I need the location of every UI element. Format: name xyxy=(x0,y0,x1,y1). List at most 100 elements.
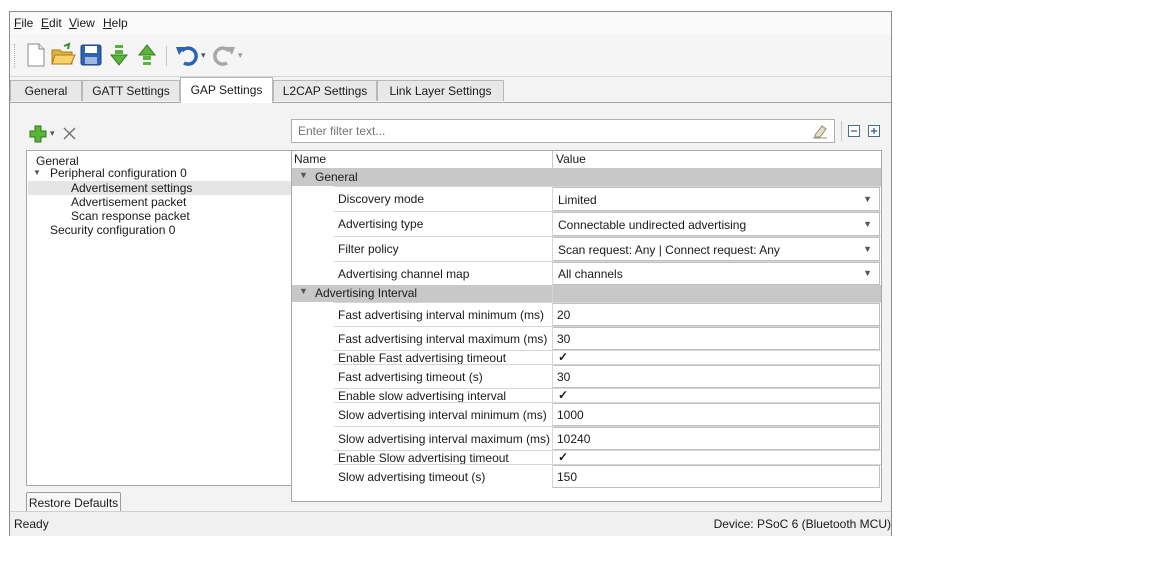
fast-interval-min-input[interactable]: 20 xyxy=(552,303,880,326)
menu-view[interactable]: View xyxy=(69,16,95,30)
open-folder-icon[interactable] xyxy=(50,42,76,68)
menu-file[interactable]: File xyxy=(14,16,33,30)
grid-column-divider xyxy=(552,186,553,488)
tree-item-advertisement-settings[interactable]: Advertisement settings xyxy=(71,181,192,195)
property-value: Connectable undirected advertising xyxy=(558,218,747,232)
menu-edit[interactable]: Edit xyxy=(41,16,62,30)
property-value: 30 xyxy=(557,332,571,346)
status-text: Ready xyxy=(14,517,49,531)
status-bar: Ready Device: PSoC 6 (Bluetooth MCU) xyxy=(10,511,891,536)
property-name: Fast advertising interval maximum (ms) xyxy=(338,332,548,346)
property-row-advertising-channel-map: Advertising channel map All channels ▼ xyxy=(334,261,881,285)
import-icon[interactable] xyxy=(106,42,132,68)
tab-general[interactable]: General xyxy=(10,80,82,101)
tab-gap-settings[interactable]: GAP Settings xyxy=(180,77,273,103)
tree-item-peripheral-configuration[interactable]: Peripheral configuration 0 xyxy=(50,166,187,180)
menu-bar: File Edit View Help xyxy=(10,12,891,34)
category-label: Advertising Interval xyxy=(315,286,418,300)
property-row-enable-slow-interval: Enable slow advertising interval ✓ xyxy=(334,388,881,403)
collapse-arrow-icon[interactable]: ▼ xyxy=(33,168,41,177)
redo-icon[interactable] xyxy=(211,42,237,68)
enable-slow-interval-checkbox[interactable]: ✓ xyxy=(552,388,880,402)
advertising-channel-map-dropdown[interactable]: All channels ▼ xyxy=(552,262,880,285)
property-value: Limited xyxy=(558,193,597,207)
fast-interval-max-input[interactable]: 30 xyxy=(552,327,880,350)
property-name: Fast advertising timeout (s) xyxy=(338,370,483,384)
column-header-value[interactable]: Value xyxy=(556,152,586,166)
property-row-fast-timeout: Fast advertising timeout (s) 30 xyxy=(334,364,881,388)
property-name: Advertising type xyxy=(338,217,424,231)
checkmark-icon: ✓ xyxy=(558,350,569,364)
slow-timeout-input[interactable]: 150 xyxy=(552,465,880,488)
discovery-mode-dropdown[interactable]: Limited ▼ xyxy=(552,187,880,211)
toolbar: ▾ ▾ xyxy=(10,34,891,77)
device-status: Device: PSoC 6 (Bluetooth MCU) xyxy=(713,517,891,531)
property-name: Slow advertising interval maximum (ms) xyxy=(338,432,551,446)
tab-l2cap-settings[interactable]: L2CAP Settings xyxy=(273,80,377,101)
property-name: Slow advertising timeout (s) xyxy=(338,470,486,484)
clear-filter-icon[interactable] xyxy=(812,123,828,139)
advertising-type-dropdown[interactable]: Connectable undirected advertising ▼ xyxy=(552,212,880,236)
property-name: Advertising channel map xyxy=(338,267,470,281)
slow-interval-max-input[interactable]: 10240 xyxy=(552,427,880,450)
menu-help[interactable]: Help xyxy=(103,16,128,30)
toolbar-grip xyxy=(14,44,17,68)
property-name: Fast advertising interval minimum (ms) xyxy=(338,308,545,322)
property-name: Discovery mode xyxy=(338,192,425,206)
gap-settings-panel: ▾ General ▼ Peripheral configuration 0 A… xyxy=(10,103,891,514)
filter-policy-dropdown[interactable]: Scan request: Any | Connect request: Any… xyxy=(552,237,880,261)
enable-slow-timeout-checkbox[interactable]: ✓ xyxy=(552,450,880,464)
filter-box xyxy=(291,119,835,143)
property-value: 30 xyxy=(557,370,571,384)
property-value: All channels xyxy=(558,267,623,281)
property-row-slow-interval-min: Slow advertising interval minimum (ms) 1… xyxy=(334,402,881,426)
property-name: Slow advertising interval minimum (ms) xyxy=(338,408,547,422)
property-row-slow-timeout: Slow advertising timeout (s) 150 xyxy=(334,464,881,488)
property-value: 1000 xyxy=(557,408,584,422)
property-row-fast-interval-min: Fast advertising interval minimum (ms) 2… xyxy=(334,302,881,326)
property-row-advertising-type: Advertising type Connectable undirected … xyxy=(334,211,881,236)
fast-timeout-input[interactable]: 30 xyxy=(552,365,880,388)
collapse-arrow-icon[interactable]: ▼ xyxy=(299,170,308,180)
undo-dropdown-icon[interactable]: ▾ xyxy=(201,50,206,61)
collapse-all-icon[interactable] xyxy=(848,125,860,137)
grid-header: Name Value xyxy=(292,151,881,169)
redo-dropdown-icon[interactable]: ▾ xyxy=(238,50,243,61)
property-row-enable-fast-timeout: Enable Fast advertising timeout ✓ xyxy=(334,350,881,365)
export-icon[interactable] xyxy=(134,42,160,68)
property-value: 20 xyxy=(557,308,571,322)
tree-item-security-configuration[interactable]: Security configuration 0 xyxy=(50,223,175,237)
collapse-arrow-icon[interactable]: ▼ xyxy=(299,286,308,296)
property-value: Scan request: Any | Connect request: Any xyxy=(558,243,780,257)
chevron-down-icon[interactable]: ▼ xyxy=(863,268,872,278)
chevron-down-icon[interactable]: ▼ xyxy=(863,219,872,229)
save-icon[interactable] xyxy=(78,42,104,68)
column-header-name[interactable]: Name xyxy=(294,152,326,166)
tree-item-scan-response-packet[interactable]: Scan response packet xyxy=(71,209,190,223)
tab-bar: General GATT Settings GAP Settings L2CAP… xyxy=(10,77,891,103)
expand-all-icon[interactable] xyxy=(868,125,880,137)
property-name: Enable Fast advertising timeout xyxy=(338,351,507,365)
tab-link-layer-settings[interactable]: Link Layer Settings xyxy=(377,80,504,101)
chevron-down-icon[interactable]: ▼ xyxy=(863,244,872,254)
tab-gatt-settings[interactable]: GATT Settings xyxy=(82,80,180,101)
category-general[interactable]: ▼ General xyxy=(292,169,881,186)
property-value: 10240 xyxy=(557,432,591,446)
tree-item-advertisement-packet[interactable]: Advertisement packet xyxy=(71,195,186,209)
category-advertising-interval[interactable]: ▼ Advertising Interval xyxy=(292,285,881,302)
add-dropdown-icon[interactable]: ▾ xyxy=(50,128,55,139)
property-name: Filter policy xyxy=(338,242,399,256)
enable-fast-timeout-checkbox[interactable]: ✓ xyxy=(552,350,880,364)
new-file-icon[interactable] xyxy=(22,42,48,68)
slow-interval-min-input[interactable]: 1000 xyxy=(552,403,880,426)
chevron-down-icon[interactable]: ▼ xyxy=(863,194,872,204)
filter-input[interactable] xyxy=(296,123,800,139)
column-divider[interactable] xyxy=(552,151,553,168)
property-row-fast-interval-max: Fast advertising interval maximum (ms) 3… xyxy=(334,326,881,350)
property-row-enable-slow-timeout: Enable Slow advertising timeout ✓ xyxy=(334,450,881,465)
property-row-filter-policy: Filter policy Scan request: Any | Connec… xyxy=(334,236,881,261)
delete-icon[interactable] xyxy=(63,127,76,140)
undo-icon[interactable] xyxy=(174,42,200,68)
add-icon[interactable] xyxy=(29,125,47,143)
checkmark-icon: ✓ xyxy=(558,388,569,402)
